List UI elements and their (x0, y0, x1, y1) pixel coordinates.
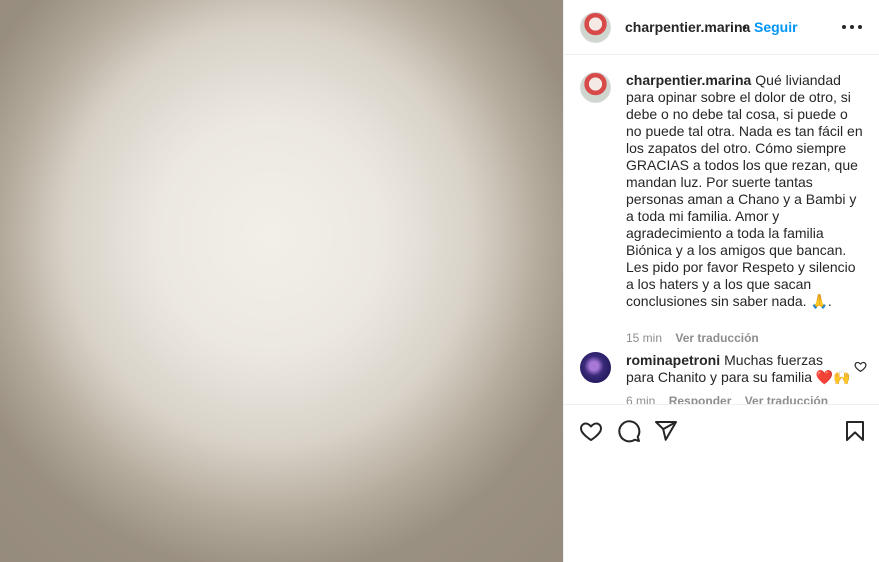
share-icon[interactable] (654, 419, 678, 443)
heart-icon[interactable] (579, 419, 603, 443)
separator-dot: • (742, 19, 747, 35)
comment-text: rominapetroni Muchas fuerzas para Chanito… (626, 352, 851, 386)
comments-section[interactable]: charpentier.marina Qué liviandad para opi… (564, 56, 879, 404)
comment-translate-link[interactable]: Ver traducción (745, 394, 828, 404)
commenter-username[interactable]: rominapetroni (626, 352, 720, 368)
caption-body: Qué liviandad para opinar sobre el dolor… (626, 72, 863, 309)
bookmark-icon[interactable] (843, 419, 867, 443)
post-image[interactable] (0, 0, 563, 562)
caption-text: charpentier.marina Qué liviandad para opi… (626, 72, 864, 310)
post-panel: charpentier.marina • Seguir charpentier.… (563, 0, 879, 562)
follow-button[interactable]: Seguir (754, 19, 798, 35)
caption-username[interactable]: charpentier.marina (626, 72, 751, 88)
comment-reply-link[interactable]: Responder (669, 394, 732, 404)
caption-time: 15 min (626, 331, 663, 345)
comment-time: 6 min (626, 394, 656, 404)
commenter-avatar[interactable] (580, 352, 611, 383)
caption-translate-link[interactable]: Ver traducción (675, 331, 758, 345)
comment-like-icon[interactable] (854, 360, 867, 373)
caption-avatar[interactable] (580, 72, 611, 103)
more-options-icon[interactable] (842, 18, 862, 36)
action-bar (564, 404, 879, 456)
caption-meta: 15 min Ver traducción (626, 331, 759, 345)
comment-meta: 6 min Responder Ver traducción (626, 394, 838, 404)
author-username[interactable]: charpentier.marina (625, 19, 750, 35)
comment-icon[interactable] (617, 419, 641, 443)
author-avatar[interactable] (580, 12, 611, 43)
post-header: charpentier.marina • Seguir (564, 0, 879, 55)
